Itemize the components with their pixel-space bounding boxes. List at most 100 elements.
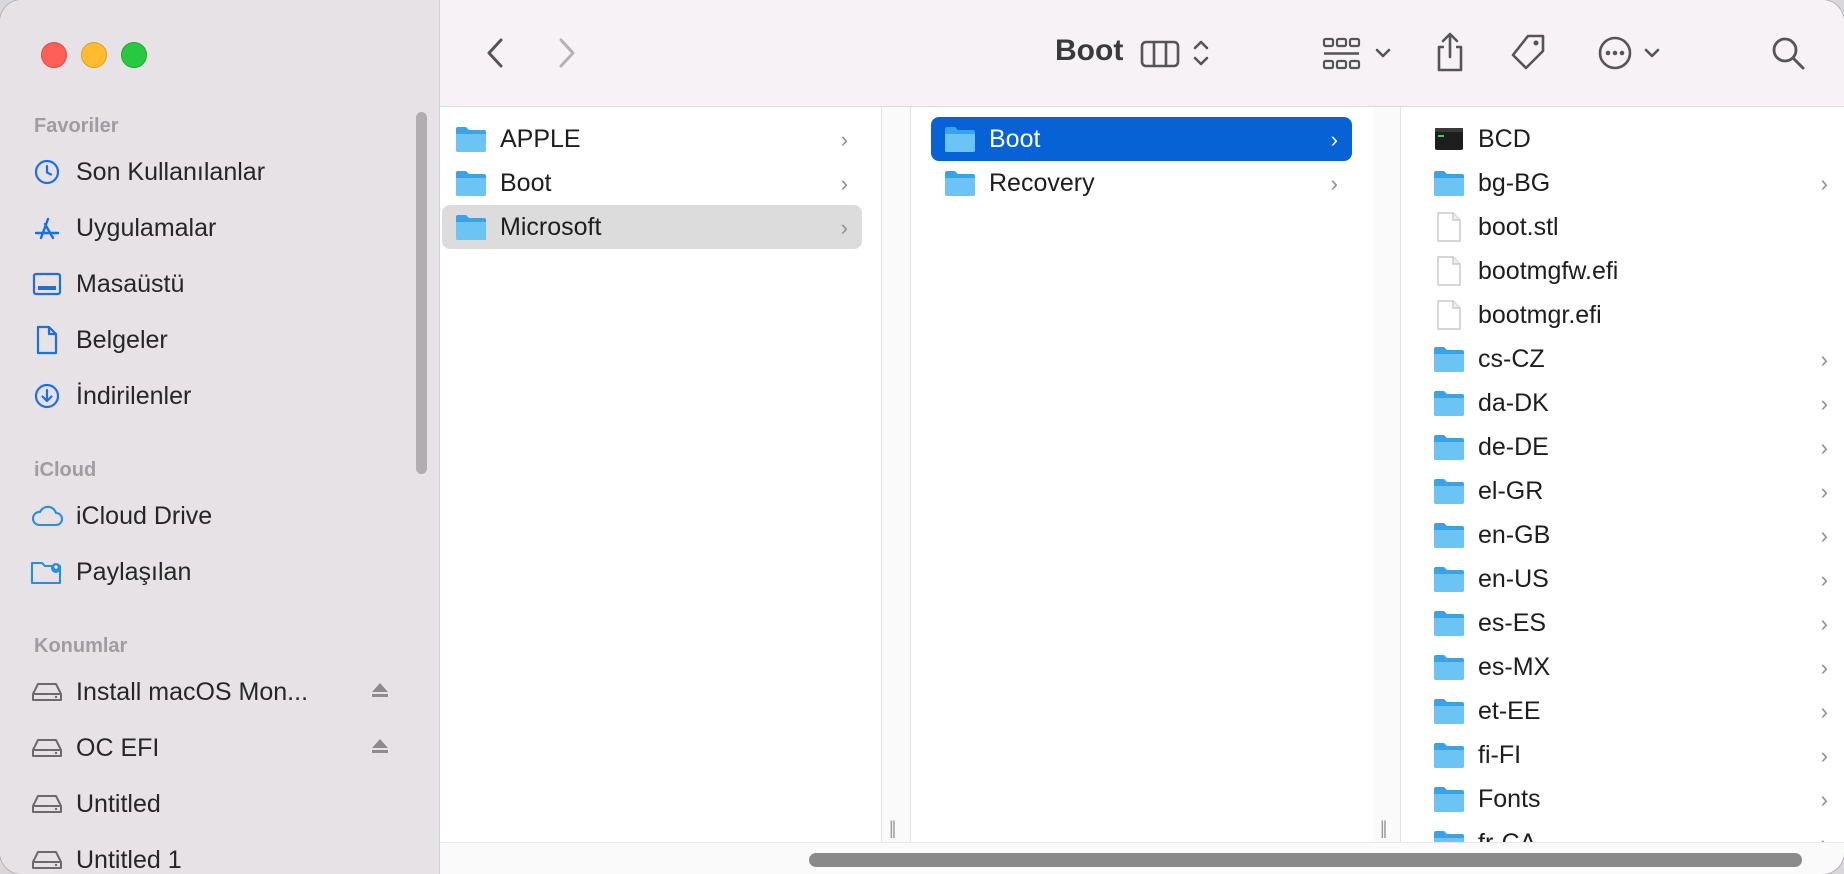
- sidebar-item-desktop[interactable]: Masaüstü: [30, 262, 410, 306]
- drive-icon: [30, 675, 64, 709]
- item-name: cs-CZ: [1478, 344, 1545, 373]
- list-item[interactable]: Boot ›: [442, 161, 862, 205]
- sidebar-item-oc-efi[interactable]: OC EFI: [30, 726, 410, 770]
- sidebar-scrollbar[interactable]: [416, 112, 427, 474]
- clock-icon: [30, 155, 64, 189]
- list-item[interactable]: es-ES ›: [1420, 601, 1842, 645]
- list-item[interactable]: boot.stl: [1420, 205, 1842, 249]
- desktop-icon: [30, 267, 64, 301]
- chevron-right-icon: ›: [1820, 435, 1828, 460]
- item-name: bootmgfw.efi: [1478, 256, 1619, 285]
- chevron-right-icon: ›: [1820, 655, 1828, 680]
- list-item[interactable]: et-EE ›: [1420, 689, 1842, 733]
- sidebar-item-label: Paylaşılan: [76, 557, 192, 586]
- cloud-icon: [30, 499, 64, 533]
- sidebar-item-untitled[interactable]: Untitled: [30, 782, 410, 826]
- eject-icon[interactable]: [370, 737, 390, 760]
- item-name: APPLE: [500, 124, 581, 153]
- list-item[interactable]: cs-CZ ›: [1420, 337, 1842, 381]
- chevron-right-icon: ›: [1820, 391, 1828, 416]
- section-title-favorites: Favoriler: [34, 115, 119, 137]
- column-resize-handle[interactable]: ||: [1380, 818, 1388, 839]
- column-divider: [882, 107, 910, 842]
- item-name: el-GR: [1478, 476, 1544, 505]
- chevron-right-icon: ›: [1330, 171, 1338, 196]
- sidebar-item-label: OC EFI: [76, 733, 160, 762]
- folder-icon: [943, 124, 977, 154]
- column-view-icon[interactable]: [1140, 33, 1220, 73]
- folder-icon: [1432, 652, 1466, 682]
- list-item[interactable]: es-MX ›: [1420, 645, 1842, 689]
- column-divider: [1373, 107, 1400, 842]
- column-2: [910, 107, 1374, 842]
- list-item[interactable]: Fonts ›: [1420, 777, 1842, 821]
- more-icon[interactable]: [1596, 33, 1668, 73]
- list-item[interactable]: Boot ›: [931, 117, 1352, 161]
- close-button[interactable]: [41, 42, 67, 68]
- back-icon[interactable]: [480, 34, 510, 72]
- sidebar-item-untitled-1[interactable]: Untitled 1: [30, 838, 410, 874]
- item-name: bootmgr.efi: [1478, 300, 1602, 329]
- document-icon: [30, 323, 64, 357]
- chevron-right-icon: ›: [1820, 347, 1828, 372]
- item-name: Boot: [989, 124, 1041, 153]
- list-item[interactable]: BCD: [1420, 117, 1842, 161]
- sidebar-item-label: Untitled: [76, 789, 161, 818]
- section-title-icloud: iCloud: [34, 459, 97, 481]
- forward-icon[interactable]: [552, 34, 582, 72]
- folder-icon: [1432, 344, 1466, 374]
- horizontal-scrollbar[interactable]: [809, 853, 1802, 867]
- search-icon[interactable]: [1768, 33, 1808, 73]
- folder-icon: [1432, 520, 1466, 550]
- sidebar: Favoriler Son Kullanılanlar Uygulamalar …: [0, 0, 440, 874]
- item-name: de-DE: [1478, 432, 1549, 461]
- chevron-right-icon: ›: [840, 171, 848, 196]
- sidebar-item-shared[interactable]: Paylaşılan: [30, 550, 410, 594]
- zoom-button[interactable]: [121, 42, 147, 68]
- folder-icon: [1432, 784, 1466, 814]
- sidebar-item-downloads[interactable]: İndirilenler: [30, 374, 410, 418]
- group-icon[interactable]: [1322, 33, 1394, 73]
- sidebar-item-recents[interactable]: Son Kullanılanlar: [30, 150, 410, 194]
- list-item[interactable]: en-GB ›: [1420, 513, 1842, 557]
- list-item[interactable]: da-DK ›: [1420, 381, 1842, 425]
- list-item[interactable]: fi-FI ›: [1420, 733, 1842, 777]
- drive-icon: [30, 731, 64, 765]
- list-item[interactable]: bootmgr.efi: [1420, 293, 1842, 337]
- sidebar-item-label: Masaüstü: [76, 269, 185, 298]
- tag-icon[interactable]: [1508, 33, 1548, 73]
- sidebar-item-documents[interactable]: Belgeler: [30, 318, 410, 362]
- folder-icon: [454, 168, 488, 198]
- download-icon: [30, 379, 64, 413]
- item-name: Recovery: [989, 168, 1095, 197]
- chevron-right-icon: ›: [1820, 567, 1828, 592]
- list-item[interactable]: bg-BG ›: [1420, 161, 1842, 205]
- sidebar-item-applications[interactable]: Uygulamalar: [30, 206, 410, 250]
- list-item[interactable]: bootmgfw.efi: [1420, 249, 1842, 293]
- chevron-right-icon: ›: [1820, 787, 1828, 812]
- file-icon: [1432, 256, 1466, 286]
- sidebar-item-icloud-drive[interactable]: iCloud Drive: [30, 494, 410, 538]
- eject-icon[interactable]: [370, 681, 390, 704]
- list-item[interactable]: de-DE ›: [1420, 425, 1842, 469]
- sidebar-item-label: Untitled 1: [76, 845, 182, 874]
- item-name: Fonts: [1478, 784, 1541, 813]
- list-item[interactable]: el-GR ›: [1420, 469, 1842, 513]
- list-item[interactable]: Recovery ›: [931, 161, 1352, 205]
- section-title-locations: Konumlar: [34, 635, 128, 657]
- sidebar-item-label: Uygulamalar: [76, 213, 217, 242]
- sidebar-item-install-macos[interactable]: Install macOS Mon...: [30, 670, 410, 714]
- item-name: bg-BG: [1478, 168, 1551, 197]
- chevron-right-icon: ›: [1820, 171, 1828, 196]
- column-resize-handle[interactable]: ||: [889, 818, 897, 839]
- minimize-button[interactable]: [81, 42, 107, 68]
- drive-icon: [30, 787, 64, 821]
- window-title: Boot: [1055, 34, 1124, 67]
- list-item[interactable]: APPLE ›: [442, 117, 862, 161]
- list-item[interactable]: en-US ›: [1420, 557, 1842, 601]
- sidebar-item-label: Install macOS Mon...: [76, 677, 309, 706]
- share-icon[interactable]: [1432, 30, 1468, 74]
- item-name: BCD: [1478, 124, 1531, 153]
- item-name: boot.stl: [1478, 212, 1559, 241]
- list-item[interactable]: Microsoft ›: [442, 205, 862, 249]
